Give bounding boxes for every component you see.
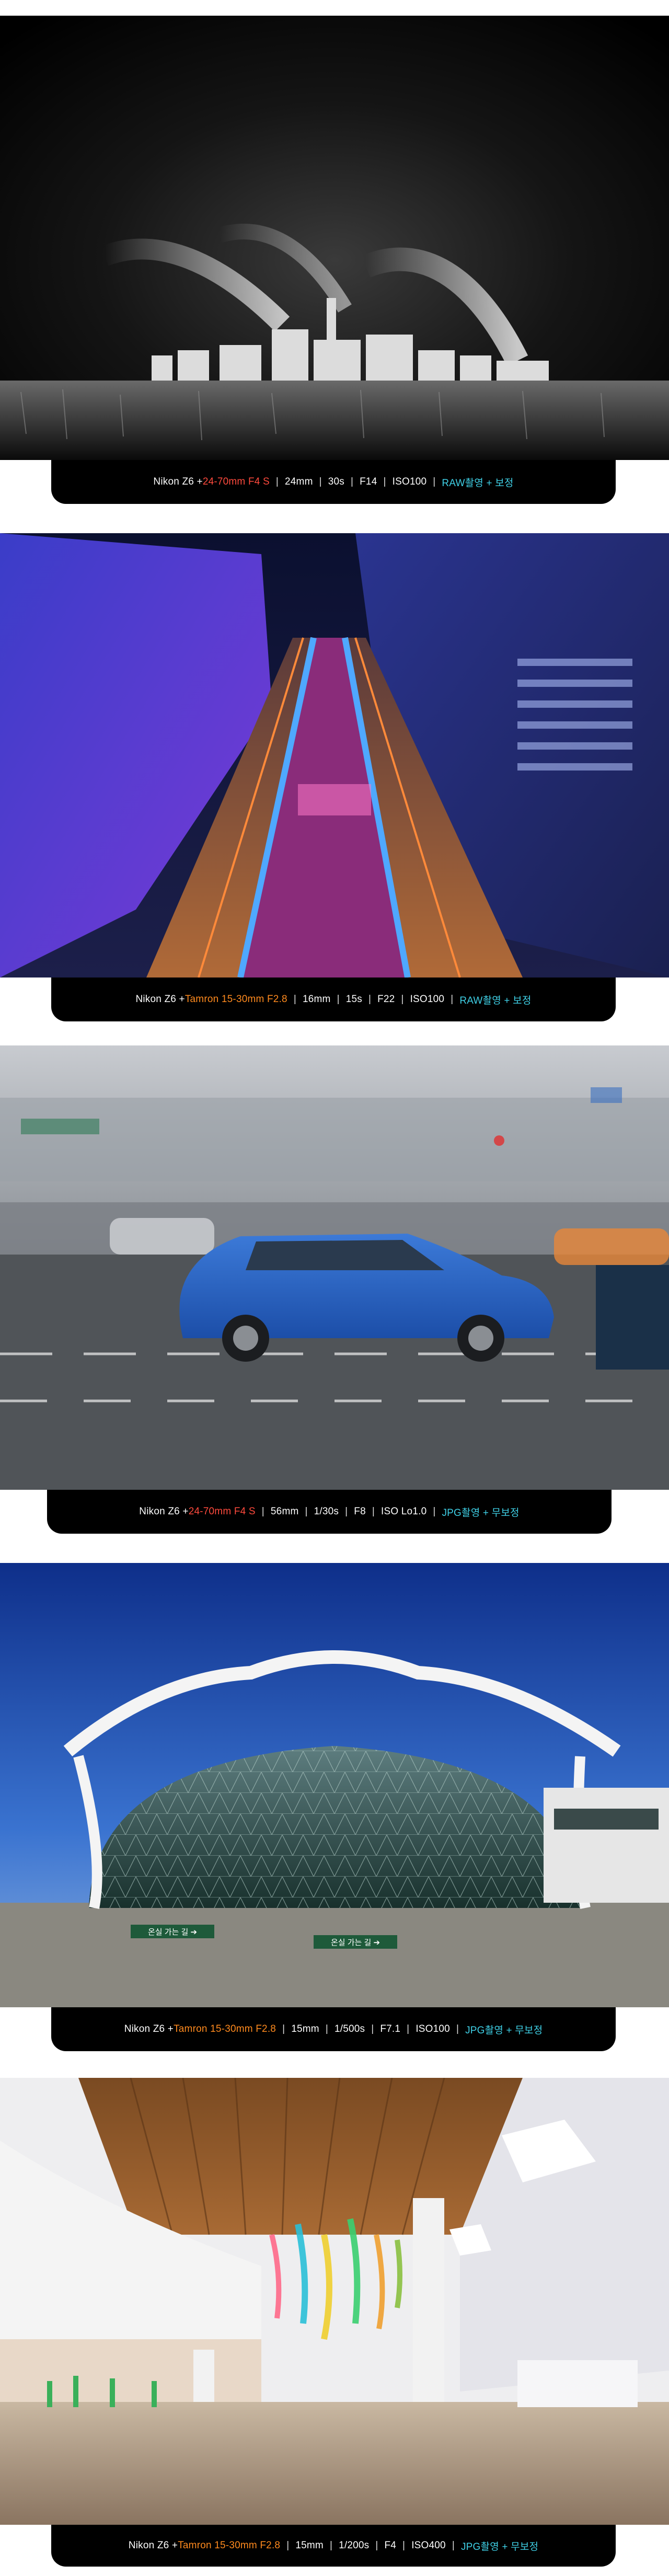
camera-model: Nikon Z6 + (153, 476, 203, 487)
aperture: F8 (354, 1506, 366, 1517)
focal-length: 15mm (295, 2540, 324, 2551)
photo-caption-2: Nikon Z6 + Tamron 15-30mm F2.8 | 16mm | … (51, 978, 616, 1021)
greenhouse-sign-right: 온실 가는 길 ➔ (331, 1938, 380, 1947)
shooting-mode: RAW촬영 + 보정 (459, 995, 532, 1006)
iso: ISO400 (411, 2540, 446, 2551)
lens-name: 24-70mm F4 S (202, 476, 270, 487)
shutter-speed: 15s (345, 994, 362, 1005)
iso: ISO100 (416, 2023, 450, 2034)
iso: ISO100 (392, 476, 427, 487)
shooting-mode: JPG촬영 + 무보정 (442, 1507, 520, 1519)
aperture: F4 (384, 2540, 397, 2551)
camera-model: Nikon Z6 + (128, 2540, 178, 2551)
photo-interior-atrium (0, 2078, 669, 2525)
photo-factory-night (0, 16, 669, 460)
photo-blue-car-panning (0, 1045, 669, 1490)
greenhouse-sign-left: 온실 가는 길 ➔ (148, 1928, 197, 1937)
focal-length: 24mm (285, 476, 313, 487)
photo-caption-4: Nikon Z6 + Tamron 15-30mm F2.8 | 15mm | … (51, 2007, 616, 2051)
photo-city-street-night (0, 533, 669, 978)
iso: ISO100 (410, 994, 445, 1005)
shutter-speed: 30s (328, 476, 344, 487)
focal-length: 15mm (291, 2023, 319, 2034)
lens-name: Tamron 15-30mm F2.8 (178, 2540, 281, 2551)
lens-name: Tamron 15-30mm F2.8 (184, 994, 287, 1005)
camera-model: Nikon Z6 + (139, 1506, 189, 1517)
lens-name: Tamron 15-30mm F2.8 (174, 2023, 276, 2034)
camera-model: Nikon Z6 + (124, 2023, 174, 2034)
photo-caption-3: Nikon Z6 + 24-70mm F4 S | 56mm | 1/30s |… (47, 1490, 612, 1534)
iso: ISO Lo1.0 (380, 1506, 427, 1517)
focal-length: 16mm (302, 994, 331, 1005)
photo-caption-1: Nikon Z6 + 24-70mm F4 S | 24mm | 30s | F… (51, 460, 616, 504)
camera-model: Nikon Z6 + (135, 994, 185, 1005)
shutter-speed: 1/200s (339, 2540, 370, 2551)
shooting-mode: JPG촬영 + 무보정 (460, 2541, 539, 2552)
shooting-mode: RAW촬영 + 보정 (442, 477, 514, 489)
lens-name: 24-70mm F4 S (188, 1506, 256, 1517)
aperture: F22 (377, 994, 395, 1005)
focal-length: 56mm (270, 1506, 299, 1517)
aperture: F14 (360, 476, 377, 487)
shooting-mode: JPG촬영 + 무보정 (465, 2025, 543, 2036)
shutter-speed: 1/500s (334, 2023, 365, 2034)
photo-caption-5: Nikon Z6 + Tamron 15-30mm F2.8 | 15mm | … (51, 2525, 616, 2567)
photo-glass-dome-greenhouse: 온실 가는 길 ➔ 온실 가는 길 ➔ (0, 1563, 669, 2007)
shutter-speed: 1/30s (314, 1506, 339, 1517)
aperture: F7.1 (380, 2023, 401, 2034)
